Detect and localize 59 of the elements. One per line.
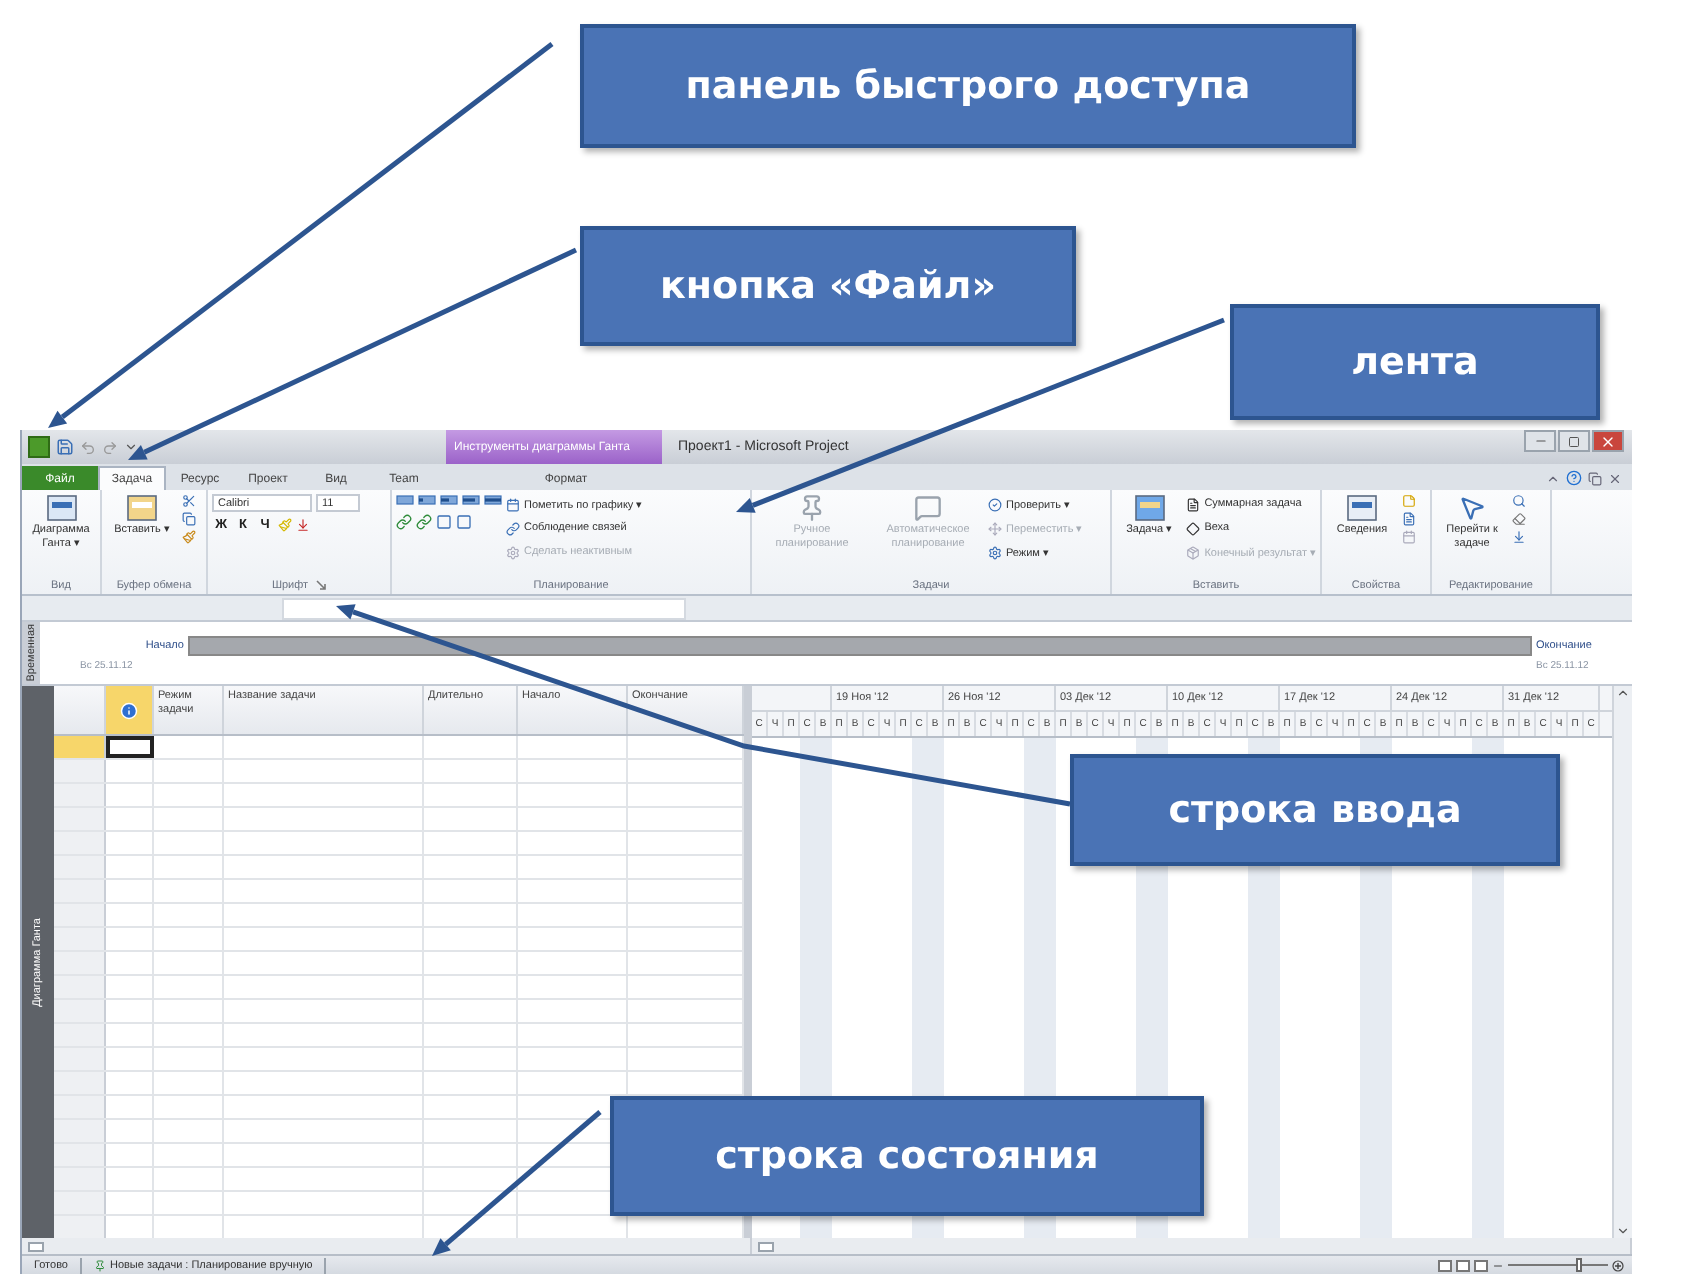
launcher-icon[interactable] bbox=[316, 580, 327, 590]
task-icon bbox=[1133, 494, 1166, 522]
minimize-icon bbox=[1533, 434, 1547, 448]
check-icon[interactable] bbox=[988, 497, 1002, 511]
app-icon[interactable] bbox=[28, 436, 50, 458]
paintbrush-icon[interactable] bbox=[182, 530, 196, 544]
scroll-up-icon[interactable] bbox=[1616, 686, 1630, 700]
task-bar-icon[interactable] bbox=[440, 494, 458, 510]
maximize-icon bbox=[1568, 435, 1580, 447]
details-icon[interactable] bbox=[1402, 512, 1416, 526]
task-bar-icon[interactable] bbox=[484, 494, 502, 510]
callout-label: панель быстрого доступа bbox=[580, 24, 1356, 148]
restore-icon[interactable] bbox=[1588, 471, 1602, 485]
scroll-down-icon[interactable] bbox=[1616, 1224, 1630, 1238]
entry-field[interactable] bbox=[282, 597, 686, 619]
calendar-icon[interactable] bbox=[1402, 530, 1416, 544]
link-icon[interactable] bbox=[396, 514, 412, 530]
clipboard-icon bbox=[126, 494, 158, 522]
scissors-icon[interactable] bbox=[182, 494, 196, 508]
caret-icon[interactable] bbox=[124, 440, 138, 454]
zoom-in-icon[interactable] bbox=[1612, 1259, 1624, 1271]
save-icon[interactable] bbox=[56, 438, 74, 456]
undo-icon[interactable] bbox=[80, 439, 96, 455]
callout-label: кнопка «Файл» bbox=[580, 226, 1076, 346]
zoom-out-icon[interactable] bbox=[1492, 1259, 1504, 1271]
pin-icon[interactable] bbox=[93, 1259, 106, 1271]
summary-icon[interactable] bbox=[1186, 497, 1201, 511]
link-icon[interactable] bbox=[506, 521, 520, 535]
callout-label: строка ввода bbox=[1070, 754, 1560, 866]
scrollbar[interactable] bbox=[1612, 686, 1632, 1238]
scrollbar-thumb[interactable] bbox=[758, 1241, 774, 1251]
copy-icon[interactable] bbox=[182, 512, 196, 526]
collapse-icon[interactable] bbox=[1546, 471, 1560, 485]
task-bar-icon[interactable] bbox=[462, 494, 480, 510]
gear-icon[interactable] bbox=[988, 545, 1002, 559]
callout-label: строка состояния bbox=[610, 1096, 1204, 1216]
chart-window-icon bbox=[45, 494, 77, 522]
close-icon bbox=[1600, 433, 1616, 449]
scrollbar-thumb[interactable] bbox=[28, 1241, 44, 1251]
active-cell[interactable] bbox=[106, 736, 154, 758]
fill-down-icon[interactable] bbox=[1512, 530, 1526, 544]
info-window-icon bbox=[1346, 494, 1378, 522]
font-color-icon[interactable] bbox=[296, 518, 310, 532]
diamond-icon[interactable] bbox=[1186, 521, 1201, 535]
maximize-button[interactable] bbox=[1558, 430, 1590, 452]
zoom-thumb[interactable] bbox=[1576, 1258, 1582, 1272]
search-icon[interactable] bbox=[1512, 494, 1526, 508]
pointer-icon[interactable] bbox=[1458, 494, 1486, 522]
callout-label: лента bbox=[1230, 304, 1600, 420]
redo-icon[interactable] bbox=[102, 439, 118, 455]
eraser-icon[interactable] bbox=[1512, 512, 1526, 526]
help-icon[interactable] bbox=[1566, 470, 1582, 486]
calendar-icon[interactable] bbox=[506, 497, 520, 511]
info-icon bbox=[120, 701, 138, 719]
note-icon[interactable] bbox=[1402, 494, 1416, 508]
task-bar-icon[interactable] bbox=[418, 494, 436, 510]
close-icon[interactable] bbox=[1608, 471, 1622, 485]
close-button[interactable] bbox=[1592, 430, 1624, 452]
task-bar-icon[interactable] bbox=[396, 494, 414, 510]
